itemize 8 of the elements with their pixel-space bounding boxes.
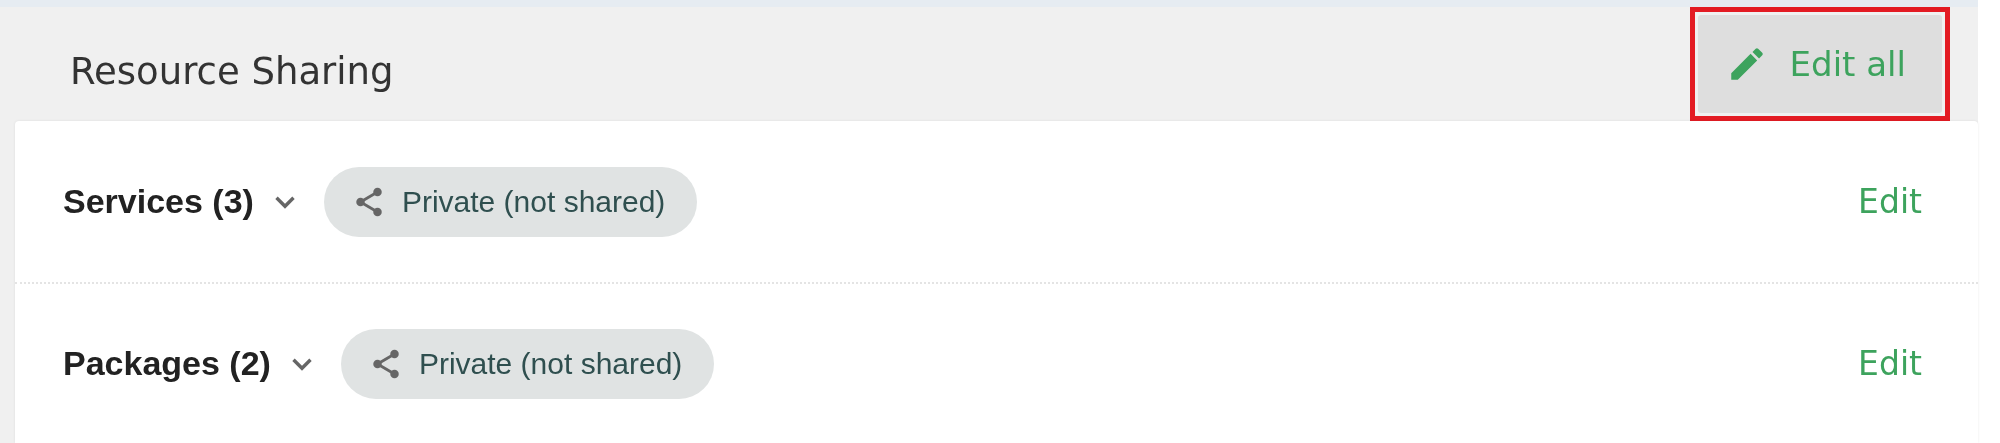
edit-link[interactable]: Edit: [1858, 344, 1922, 383]
edit-all-button[interactable]: Edit all: [1697, 15, 1942, 113]
sharing-status-badge: Private (not shared): [323, 166, 698, 237]
section-heading: Packages (2): [63, 344, 271, 383]
section-heading: Services (3): [63, 182, 254, 221]
section-title: Resource Sharing: [70, 48, 394, 93]
sharing-status-badge: Private (not shared): [340, 328, 715, 399]
edit-link[interactable]: Edit: [1858, 182, 1922, 221]
